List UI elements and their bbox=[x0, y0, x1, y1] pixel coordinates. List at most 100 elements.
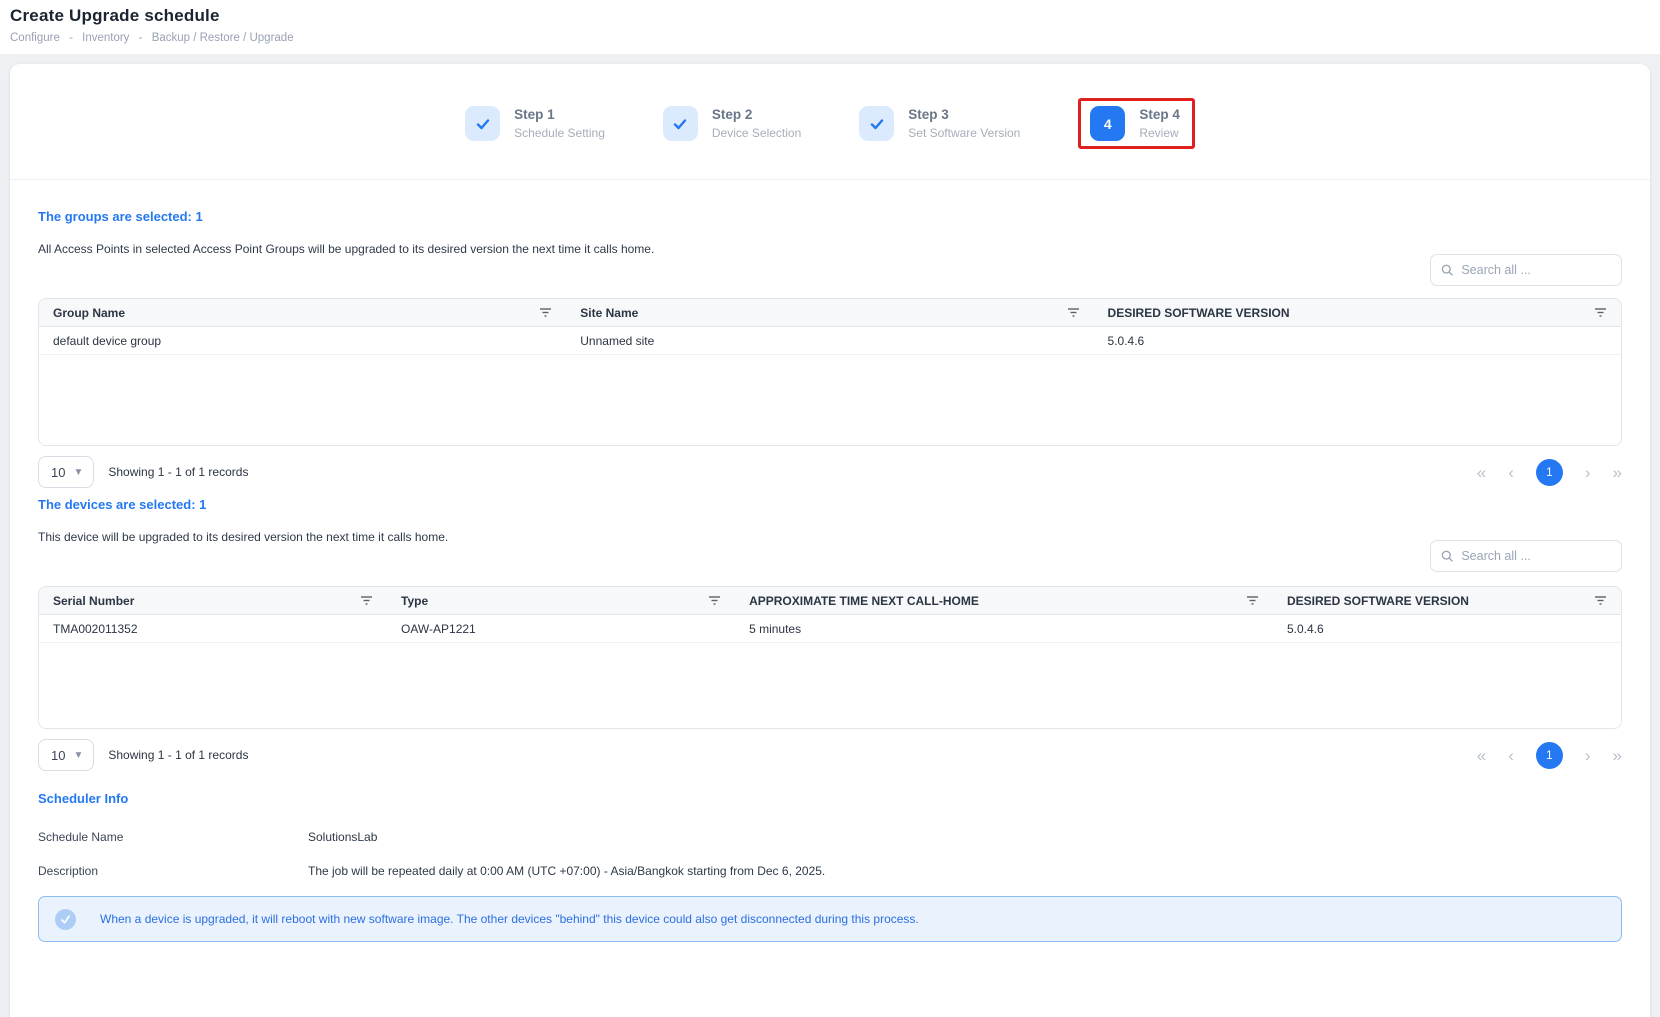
step-2-label: Step 2 bbox=[712, 107, 801, 122]
devices-table-empty-area bbox=[39, 643, 1621, 728]
breadcrumb-item-inventory[interactable]: Inventory bbox=[82, 32, 129, 44]
devices-table-header: Serial Number Type APPROXIMATE TIME NEXT… bbox=[39, 587, 1621, 615]
last-page-icon[interactable]: » bbox=[1613, 747, 1622, 764]
description-row: Description The job will be repeated dai… bbox=[38, 864, 1622, 878]
cell-type: OAW-AP1221 bbox=[387, 615, 735, 642]
cell-serial-number: TMA002011352 bbox=[39, 615, 387, 642]
cell-group-name: default device group bbox=[39, 327, 566, 354]
groups-page-size-select[interactable]: 10 ▼ bbox=[38, 456, 94, 488]
last-page-icon[interactable]: » bbox=[1613, 464, 1622, 481]
step-2[interactable]: Step 2 Device Selection bbox=[663, 106, 801, 141]
breadcrumb-item-backup-restore-upgrade[interactable]: Backup / Restore / Upgrade bbox=[152, 32, 294, 44]
devices-pagination: 10 ▼ Showing 1 - 1 of 1 records « ‹ 1 › … bbox=[38, 739, 1622, 771]
description-value: The job will be repeated daily at 0:00 A… bbox=[308, 864, 825, 878]
breadcrumb-item-configure[interactable]: Configure bbox=[10, 32, 60, 44]
first-page-icon[interactable]: « bbox=[1477, 747, 1486, 764]
wizard-steps: Step 1 Schedule Setting Step 2 Device Se… bbox=[10, 64, 1650, 180]
next-page-icon[interactable]: › bbox=[1585, 464, 1591, 481]
devices-search-input[interactable] bbox=[1461, 549, 1611, 563]
column-header-approximate-time-next-call-home: APPROXIMATE TIME NEXT CALL-HOME bbox=[749, 594, 979, 608]
column-header-desired-software-version: DESIRED SOFTWARE VERSION bbox=[1108, 306, 1290, 320]
breadcrumb-separator: - bbox=[69, 32, 73, 44]
groups-search[interactable] bbox=[1430, 254, 1622, 286]
current-page-button[interactable]: 1 bbox=[1536, 459, 1563, 486]
filter-icon[interactable] bbox=[539, 307, 552, 318]
filter-icon[interactable] bbox=[1246, 595, 1259, 606]
first-page-icon[interactable]: « bbox=[1477, 464, 1486, 481]
step-1-label: Step 1 bbox=[514, 107, 605, 122]
upgrade-warning-banner: When a device is upgraded, it will reboo… bbox=[38, 896, 1622, 942]
step-4[interactable]: 4 Step 4 Review bbox=[1090, 106, 1180, 141]
schedule-name-row: Schedule Name SolutionsLab bbox=[38, 830, 1622, 844]
schedule-name-value: SolutionsLab bbox=[308, 830, 377, 844]
groups-table: Group Name Site Name DESIRED SOFTWARE VE… bbox=[38, 298, 1622, 446]
filter-icon[interactable] bbox=[1594, 595, 1607, 606]
devices-records-summary: Showing 1 - 1 of 1 records bbox=[108, 748, 248, 762]
devices-search[interactable] bbox=[1430, 540, 1622, 572]
column-header-desired-software-version: DESIRED SOFTWARE VERSION bbox=[1287, 594, 1469, 608]
step-3-sublabel: Set Software Version bbox=[908, 126, 1020, 140]
devices-table-row[interactable]: TMA002011352 OAW-AP1221 5 minutes 5.0.4.… bbox=[39, 615, 1621, 643]
devices-section-subrow: This device will be upgraded to its desi… bbox=[38, 530, 1622, 574]
step-1-sublabel: Schedule Setting bbox=[514, 126, 605, 140]
cell-desired-software-version: 5.0.4.6 bbox=[1094, 327, 1621, 354]
devices-pagination-nav: « ‹ 1 › » bbox=[1477, 742, 1622, 769]
step-3-label: Step 3 bbox=[908, 107, 1020, 122]
step-4-number-icon: 4 bbox=[1090, 106, 1125, 141]
previous-page-icon[interactable]: ‹ bbox=[1508, 464, 1514, 481]
groups-search-input[interactable] bbox=[1461, 263, 1611, 277]
step-1[interactable]: Step 1 Schedule Setting bbox=[465, 106, 605, 141]
page-size-value: 10 bbox=[51, 748, 65, 763]
chevron-down-icon: ▼ bbox=[73, 467, 83, 478]
check-icon bbox=[465, 106, 500, 141]
check-icon bbox=[663, 106, 698, 141]
filter-icon[interactable] bbox=[1067, 307, 1080, 318]
groups-section-title: The groups are selected: 1 bbox=[38, 209, 1622, 224]
filter-icon[interactable] bbox=[360, 595, 373, 606]
column-header-serial-number: Serial Number bbox=[53, 594, 134, 608]
scheduler-info-title: Scheduler Info bbox=[38, 791, 1622, 806]
step-4-label: Step 4 bbox=[1139, 107, 1180, 122]
warning-banner-text: When a device is upgraded, it will reboo… bbox=[100, 912, 919, 926]
wizard-card: Step 1 Schedule Setting Step 2 Device Se… bbox=[10, 64, 1650, 1017]
search-icon bbox=[1441, 549, 1453, 563]
devices-section-description: This device will be upgraded to its desi… bbox=[38, 530, 1622, 544]
devices-page-size-select[interactable]: 10 ▼ bbox=[38, 739, 94, 771]
groups-records-summary: Showing 1 - 1 of 1 records bbox=[108, 465, 248, 479]
cell-site-name: Unnamed site bbox=[566, 327, 1093, 354]
filter-icon[interactable] bbox=[708, 595, 721, 606]
search-icon bbox=[1441, 263, 1453, 277]
info-check-icon bbox=[55, 909, 76, 930]
filter-icon[interactable] bbox=[1594, 307, 1607, 318]
page-title: Create Upgrade schedule bbox=[10, 6, 1650, 26]
check-icon bbox=[859, 106, 894, 141]
current-page-button[interactable]: 1 bbox=[1536, 742, 1563, 769]
groups-section-description: All Access Points in selected Access Poi… bbox=[38, 242, 1622, 256]
column-header-site-name: Site Name bbox=[580, 306, 638, 320]
step-3[interactable]: Step 3 Set Software Version bbox=[859, 106, 1020, 141]
groups-table-empty-area bbox=[39, 355, 1621, 445]
page-size-value: 10 bbox=[51, 465, 65, 480]
previous-page-icon[interactable]: ‹ bbox=[1508, 747, 1514, 764]
cell-desired-software-version: 5.0.4.6 bbox=[1273, 615, 1621, 642]
cell-approximate-time-next-call-home: 5 minutes bbox=[735, 615, 1273, 642]
page-header: Create Upgrade schedule Configure - Inve… bbox=[0, 0, 1660, 54]
column-header-type: Type bbox=[401, 594, 428, 608]
description-label: Description bbox=[38, 864, 308, 878]
step-4-highlight-box: 4 Step 4 Review bbox=[1078, 98, 1195, 149]
devices-section-title: The devices are selected: 1 bbox=[38, 497, 1622, 512]
groups-table-header: Group Name Site Name DESIRED SOFTWARE VE… bbox=[39, 299, 1621, 327]
step-2-sublabel: Device Selection bbox=[712, 126, 801, 140]
next-page-icon[interactable]: › bbox=[1585, 747, 1591, 764]
schedule-name-label: Schedule Name bbox=[38, 830, 308, 844]
breadcrumb-separator: - bbox=[139, 32, 143, 44]
step-4-sublabel: Review bbox=[1139, 126, 1180, 140]
chevron-down-icon: ▼ bbox=[73, 750, 83, 761]
groups-pagination: 10 ▼ Showing 1 - 1 of 1 records « ‹ 1 › … bbox=[38, 456, 1622, 488]
groups-pagination-nav: « ‹ 1 › » bbox=[1477, 459, 1622, 486]
breadcrumb: Configure - Inventory - Backup / Restore… bbox=[10, 32, 1650, 44]
groups-section-subrow: All Access Points in selected Access Poi… bbox=[38, 242, 1622, 286]
devices-table: Serial Number Type APPROXIMATE TIME NEXT… bbox=[38, 586, 1622, 729]
groups-table-row[interactable]: default device group Unnamed site 5.0.4.… bbox=[39, 327, 1621, 355]
column-header-group-name: Group Name bbox=[53, 306, 125, 320]
